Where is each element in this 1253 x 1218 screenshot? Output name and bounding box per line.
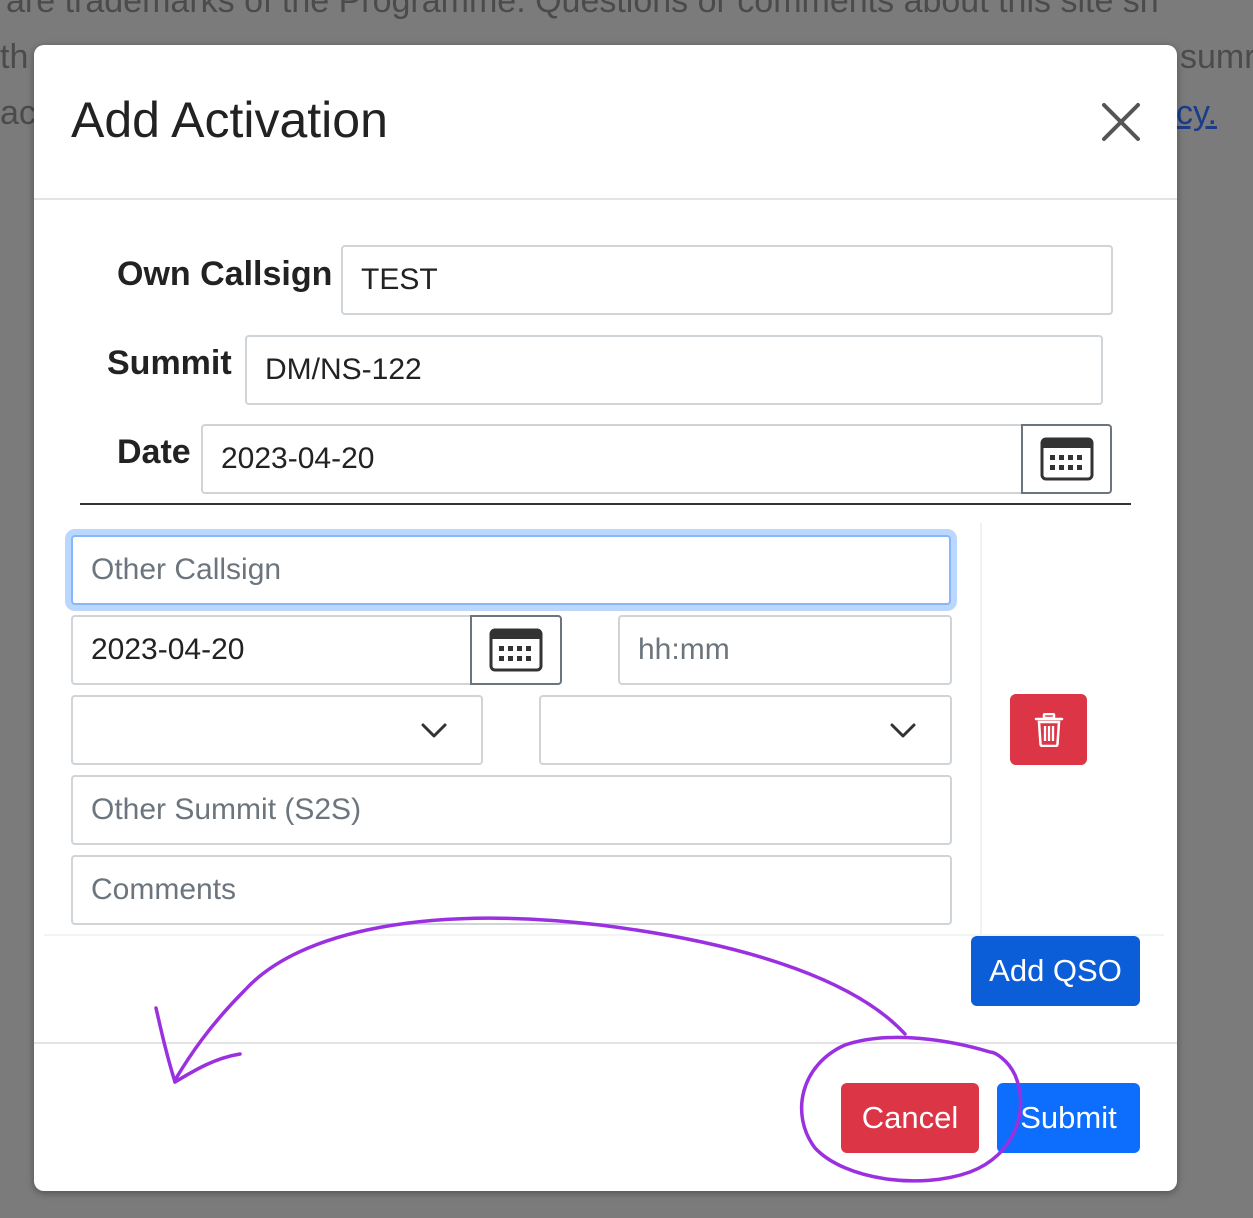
summit-label: Summit bbox=[107, 344, 232, 382]
add-activation-modal: Add Activation Own Callsign Summit Date bbox=[34, 45, 1177, 1191]
calendar-icon bbox=[1040, 437, 1093, 481]
background-text-fragment: sumr bbox=[1180, 38, 1253, 76]
time-input[interactable] bbox=[618, 615, 952, 685]
qso-date-input[interactable] bbox=[71, 615, 473, 685]
close-icon bbox=[1102, 103, 1140, 141]
background-text-line: th bbox=[0, 38, 28, 77]
modal-title: Add Activation bbox=[71, 92, 388, 148]
qso-row-border bbox=[980, 523, 982, 935]
close-button[interactable] bbox=[1096, 97, 1146, 147]
chevron-down-icon bbox=[421, 723, 447, 738]
modal-header: Add Activation bbox=[34, 45, 1177, 200]
background-text-line: are trademarks of the Programme. Questio… bbox=[6, 0, 1159, 20]
other-callsign-input[interactable] bbox=[71, 535, 951, 605]
band-select[interactable] bbox=[71, 695, 483, 765]
section-divider bbox=[80, 503, 1131, 505]
comments-input[interactable] bbox=[71, 855, 952, 925]
cancel-button[interactable]: Cancel bbox=[841, 1083, 979, 1153]
date-label: Date bbox=[117, 433, 191, 471]
modal-footer-divider bbox=[34, 1042, 1177, 1044]
trash-icon bbox=[1034, 712, 1063, 747]
background-text-fragment: th bbox=[0, 38, 29, 76]
submit-button[interactable]: Submit bbox=[997, 1083, 1140, 1153]
date-picker-button[interactable] bbox=[1021, 424, 1112, 494]
background-privacy-link[interactable]: cy. bbox=[1176, 94, 1217, 133]
background-text-fragment: ac bbox=[0, 94, 36, 132]
add-qso-button[interactable]: Add QSO bbox=[971, 936, 1140, 1006]
other-summit-input[interactable] bbox=[71, 775, 952, 845]
own-callsign-input[interactable] bbox=[341, 245, 1113, 315]
chevron-down-icon bbox=[890, 723, 916, 738]
date-input[interactable] bbox=[201, 424, 1023, 494]
calendar-icon bbox=[489, 628, 543, 672]
delete-qso-button[interactable] bbox=[1010, 694, 1087, 765]
own-callsign-label: Own Callsign bbox=[117, 255, 333, 293]
qso-date-picker-button[interactable] bbox=[470, 615, 562, 685]
mode-select[interactable] bbox=[539, 695, 952, 765]
summit-input[interactable] bbox=[245, 335, 1103, 405]
